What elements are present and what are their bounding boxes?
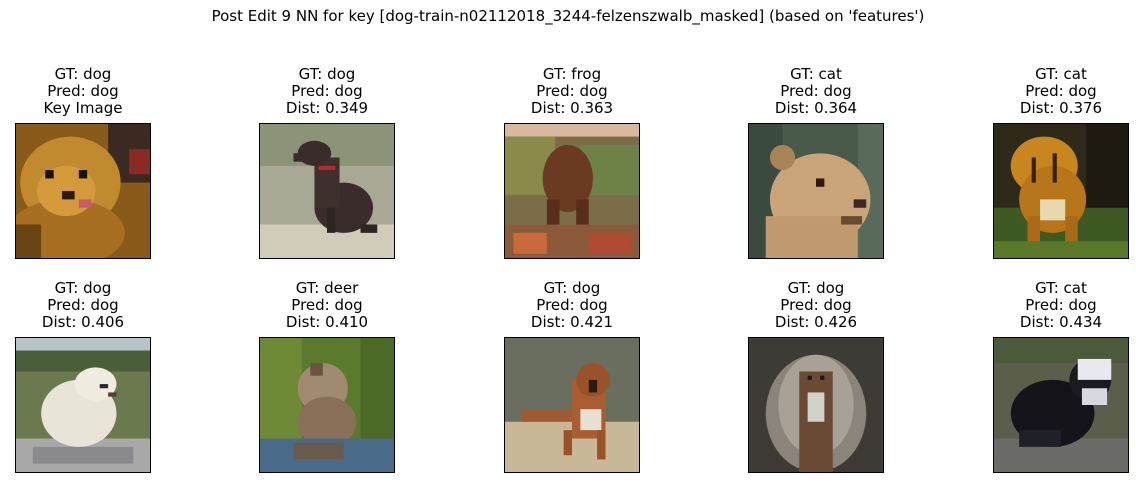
- dist-label: Dist: 0.363: [530, 99, 614, 117]
- pred-label: Pred: dog: [536, 82, 608, 100]
- pred-label: Pred: dog: [291, 82, 363, 100]
- panel-caption: GT: deer Pred: dog Dist: 0.410: [219, 280, 435, 331]
- panel-caption: GT: dog Pred: dog Dist: 0.349: [219, 66, 435, 117]
- key-image-label: Key Image: [43, 99, 123, 117]
- pred-label: Pred: dog: [47, 296, 119, 314]
- panel-caption: GT: dog Pred: dog Key Image: [0, 66, 191, 117]
- gt-label: GT: dog: [298, 65, 356, 83]
- panel-caption: GT: dog Pred: dog Dist: 0.426: [708, 280, 924, 331]
- lioness-head-image: [748, 123, 884, 259]
- figure-title: Post Edit 9 NN for key [dog-train-n02112…: [211, 7, 925, 25]
- tiger-walking-image: [993, 123, 1129, 259]
- dist-label: Dist: 0.349: [285, 99, 369, 117]
- pred-label: Pred: dog: [291, 296, 363, 314]
- gt-label: GT: cat: [790, 65, 842, 83]
- animal-in-grass-image: [259, 337, 395, 473]
- gt-label: GT: dog: [787, 279, 845, 297]
- dist-label: Dist: 0.376: [1019, 99, 1103, 117]
- panel-caption: GT: cat Pred: dog Dist: 0.376: [953, 66, 1136, 117]
- dist-label: Dist: 0.421: [530, 313, 614, 331]
- black-white-cat-image: [993, 337, 1129, 473]
- dog-front-view-image: [748, 337, 884, 473]
- panel-caption: GT: frog Pred: dog Dist: 0.363: [464, 66, 680, 117]
- brown-boxer-dog-image: [504, 337, 640, 473]
- dist-label: Dist: 0.406: [41, 313, 125, 331]
- black-dog-sitting-image: [259, 123, 395, 259]
- dist-label: Dist: 0.410: [285, 313, 369, 331]
- pred-label: Pred: dog: [47, 82, 119, 100]
- gt-label: GT: dog: [543, 279, 601, 297]
- dist-label: Dist: 0.426: [774, 313, 858, 331]
- pred-label: Pred: dog: [1025, 82, 1097, 100]
- pred-label: Pred: dog: [780, 296, 852, 314]
- gt-label: GT: cat: [1035, 65, 1087, 83]
- pred-label: Pred: dog: [1025, 296, 1097, 314]
- pred-label: Pred: dog: [780, 82, 852, 100]
- panel-caption: GT: dog Pred: dog Dist: 0.406: [0, 280, 191, 331]
- white-dog-on-rock-image: [15, 337, 151, 473]
- gt-label: GT: frog: [542, 65, 602, 83]
- panel-caption: GT: dog Pred: dog Dist: 0.421: [464, 280, 680, 331]
- panel-caption: GT: cat Pred: dog Dist: 0.364: [708, 66, 924, 117]
- panel-caption: GT: cat Pred: dog Dist: 0.434: [953, 280, 1136, 331]
- pred-label: Pred: dog: [536, 296, 608, 314]
- gt-label: GT: cat: [1035, 279, 1087, 297]
- gt-label: GT: dog: [54, 279, 112, 297]
- pomeranian-dog-image: [15, 123, 151, 259]
- dist-label: Dist: 0.434: [1019, 313, 1103, 331]
- dist-label: Dist: 0.364: [774, 99, 858, 117]
- gt-label: GT: deer: [295, 279, 359, 297]
- gt-label: GT: dog: [54, 65, 112, 83]
- blurry-brown-scene-image: [504, 123, 640, 259]
